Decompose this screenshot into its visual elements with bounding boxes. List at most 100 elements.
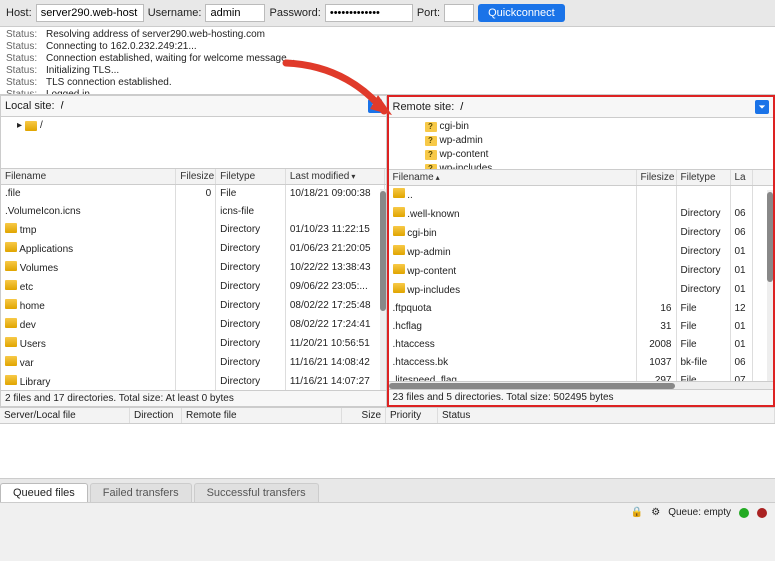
local-file-list[interactable]: Filename Filesize Filetype Last modified… [1, 169, 386, 390]
table-row[interactable]: .well-knownDirectory06 [389, 205, 774, 224]
thdr-serverfile[interactable]: Server/Local file [0, 408, 130, 423]
local-scrollbar[interactable] [380, 189, 386, 390]
username-input[interactable] [205, 4, 265, 22]
remote-path-dropdown-icon[interactable] [755, 100, 769, 114]
table-row[interactable]: .htaccess2008File01 [389, 336, 774, 354]
remote-site-label: Remote site: [393, 101, 455, 113]
table-row[interactable]: .htaccess.bk1037bk-file06 [389, 354, 774, 372]
folder-icon [393, 207, 405, 217]
local-path-input[interactable] [59, 98, 368, 114]
folder-icon [5, 375, 17, 385]
local-tree-root[interactable]: / [40, 119, 43, 133]
port-label: Port: [417, 7, 440, 19]
queue-status-text: Queue: empty [668, 507, 731, 518]
table-row[interactable]: wp-contentDirectory01 [389, 262, 774, 281]
table-row[interactable]: wp-adminDirectory01 [389, 243, 774, 262]
remote-col-filetype[interactable]: Filetype [677, 170, 731, 185]
remote-col-filesize[interactable]: Filesize [637, 170, 677, 185]
remote-path-input[interactable] [458, 99, 755, 115]
transfer-queue-body[interactable] [0, 424, 775, 478]
table-row[interactable]: .. [389, 186, 774, 205]
status-bar: 🔒 ⚙ Queue: empty [0, 503, 775, 522]
remote-file-list-header[interactable]: Filename▴ Filesize Filetype La [389, 170, 774, 186]
folder-icon [5, 318, 17, 328]
thdr-size[interactable]: Size [342, 408, 386, 423]
log-line: Status:Initializing TLS... [6, 65, 769, 77]
log-line: Status:TLS connection established. [6, 77, 769, 89]
tree-node[interactable]: ? wp-content [393, 148, 770, 162]
table-row[interactable]: homeDirectory08/02/22 17:25:48 [1, 297, 386, 316]
folder-icon [5, 280, 17, 290]
folder-icon [393, 245, 405, 255]
local-path-bar: Local site: [1, 96, 386, 117]
folder-icon [5, 356, 17, 366]
table-row[interactable]: wp-includesDirectory01 [389, 281, 774, 300]
unknown-folder-icon: ? [425, 122, 437, 132]
local-tree[interactable]: ▸/ [1, 117, 386, 169]
transfer-queue-header[interactable]: Server/Local file Direction Remote file … [0, 407, 775, 424]
led-green-icon [739, 508, 749, 518]
table-row[interactable]: VolumesDirectory10/22/22 13:38:43 [1, 259, 386, 278]
log-line: Status:Connecting to 162.0.232.249:21... [6, 41, 769, 53]
unknown-folder-icon: ? [425, 136, 437, 146]
tab-queued-files[interactable]: Queued files [0, 483, 88, 502]
table-row[interactable]: cgi-binDirectory06 [389, 224, 774, 243]
table-row[interactable]: LibraryDirectory11/16/21 14:07:27 [1, 373, 386, 390]
local-col-filename[interactable]: Filename [1, 169, 176, 184]
led-red-icon [757, 508, 767, 518]
table-row[interactable]: tmpDirectory01/10/23 11:22:15 [1, 221, 386, 240]
port-input[interactable] [444, 4, 474, 22]
thdr-remotefile[interactable]: Remote file [182, 408, 342, 423]
table-row[interactable]: .litespeed_flag297File07 [389, 372, 774, 381]
local-file-list-header[interactable]: Filename Filesize Filetype Last modified… [1, 169, 386, 185]
log-line: Status:Resolving address of server290.we… [6, 29, 769, 41]
local-site-label: Local site: [5, 100, 55, 112]
quickconnect-button[interactable]: Quickconnect [478, 4, 565, 22]
folder-icon [393, 188, 405, 198]
folder-icon [5, 299, 17, 309]
table-row[interactable]: ApplicationsDirectory01/06/23 21:20:05 [1, 240, 386, 259]
tree-node[interactable]: ? cgi-bin [393, 120, 770, 134]
table-row[interactable]: etcDirectory09/06/22 23:05:... [1, 278, 386, 297]
tree-node[interactable]: ? wp-includes [393, 162, 770, 170]
local-col-modified[interactable]: Last modified▾ [286, 169, 386, 184]
thdr-direction[interactable]: Direction [130, 408, 182, 423]
remote-hscrollbar[interactable] [389, 381, 774, 389]
local-path-dropdown-icon[interactable] [368, 99, 382, 113]
remote-col-filename[interactable]: Filename▴ [389, 170, 637, 185]
remote-pane: Remote site: ? cgi-bin? wp-admin? wp-con… [387, 95, 775, 407]
host-label: Host: [6, 7, 32, 19]
tab-successful-transfers[interactable]: Successful transfers [194, 483, 319, 502]
table-row[interactable]: varDirectory11/16/21 14:08:42 [1, 354, 386, 373]
password-label: Password: [269, 7, 320, 19]
folder-icon [5, 261, 17, 271]
table-row[interactable]: UsersDirectory11/20/21 10:56:51 [1, 335, 386, 354]
folder-icon [393, 264, 405, 274]
remote-col-modified[interactable]: La [731, 170, 753, 185]
table-row[interactable]: devDirectory08/02/22 17:24:41 [1, 316, 386, 335]
file-panes: Local site: ▸/ Filename Filesize Filetyp… [0, 95, 775, 407]
thdr-priority[interactable]: Priority [386, 408, 438, 423]
tab-failed-transfers[interactable]: Failed transfers [90, 483, 192, 502]
tree-node[interactable]: ? wp-admin [393, 134, 770, 148]
local-col-filesize[interactable]: Filesize [176, 169, 216, 184]
log-line: Status:Connection established, waiting f… [6, 53, 769, 65]
username-label: Username: [148, 7, 202, 19]
host-input[interactable] [36, 4, 144, 22]
remote-scrollbar[interactable] [767, 190, 773, 381]
remote-file-list[interactable]: Filename▴ Filesize Filetype La .. .well-… [389, 170, 774, 381]
message-log: Status:Resolving address of server290.we… [0, 27, 775, 95]
folder-icon [5, 337, 17, 347]
remote-tree[interactable]: ? cgi-bin? wp-admin? wp-content? wp-incl… [389, 118, 774, 170]
local-col-filetype[interactable]: Filetype [216, 169, 286, 184]
remote-summary: 23 files and 5 directories. Total size: … [389, 389, 774, 405]
gear-icon[interactable]: ⚙ [651, 507, 660, 518]
table-row[interactable]: .hcflag31File01 [389, 318, 774, 336]
table-row[interactable]: .file0File10/18/21 09:00:38 [1, 185, 386, 203]
password-input[interactable] [325, 4, 413, 22]
folder-icon [5, 242, 17, 252]
local-pane: Local site: ▸/ Filename Filesize Filetyp… [0, 95, 387, 407]
table-row[interactable]: .VolumeIcon.icnsicns-file [1, 203, 386, 221]
thdr-status[interactable]: Status [438, 408, 775, 423]
table-row[interactable]: .ftpquota16File12 [389, 300, 774, 318]
